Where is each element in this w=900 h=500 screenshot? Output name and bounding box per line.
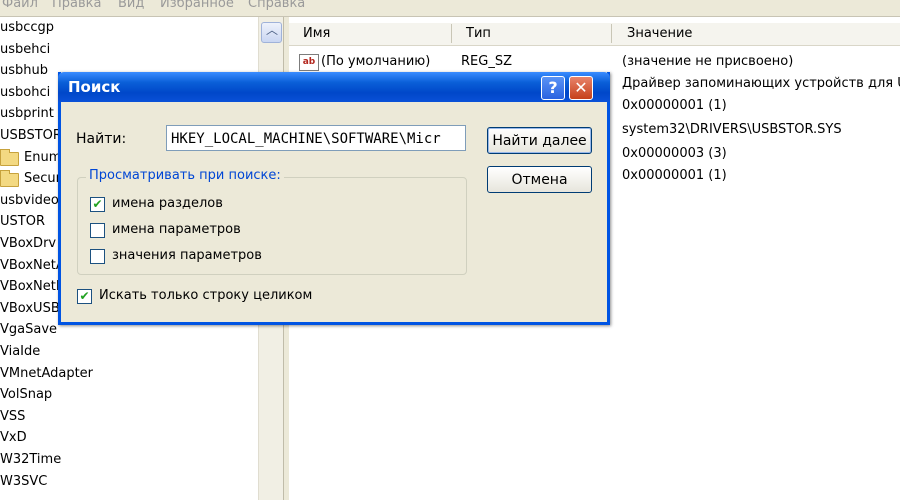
menu-help[interactable]: Справка: [248, 0, 305, 11]
value-data: 0x00000001 (1): [622, 168, 727, 183]
tree-item-label: Enum: [24, 149, 62, 165]
tree-item-label: VolSnap: [0, 387, 53, 403]
menu-view[interactable]: Вид: [118, 0, 144, 11]
tree-item[interactable]: USTOR: [0, 211, 45, 233]
tree-item[interactable]: Enum: [0, 147, 61, 169]
tree-item-label: usbccgp: [0, 20, 55, 35]
column-header-name[interactable]: Имя: [303, 26, 330, 41]
tree-item-label: ViaIde: [0, 344, 41, 359]
find-label: Найти:: [76, 131, 127, 147]
checkbox-keys[interactable]: ✔: [90, 197, 105, 212]
tree-item[interactable]: usbehci: [0, 39, 50, 61]
tree-item-label: VBoxDrv: [0, 236, 57, 251]
help-icon[interactable]: ?: [541, 76, 565, 100]
option-values-label: имена параметров: [112, 222, 241, 237]
tree-item-label: W3SVC: [0, 473, 48, 489]
cancel-button[interactable]: Отмена: [487, 166, 592, 193]
checkbox-whole-string[interactable]: ✔: [77, 289, 92, 304]
tree-item-label: VgaSave: [0, 322, 58, 338]
folder-icon: [0, 148, 19, 166]
tree-item-label: USTOR: [0, 214, 45, 230]
tree-item[interactable]: usbohci: [0, 82, 50, 104]
tree-item[interactable]: usbhub: [0, 60, 48, 82]
tree-item[interactable]: W3SVC: [0, 471, 47, 493]
value-data: 0x00000001 (1): [622, 98, 727, 113]
option-whole-string-label: Искать только строку целиком: [99, 288, 313, 303]
option-data-label: значения параметров: [112, 248, 262, 263]
menu-file[interactable]: Файл: [2, 0, 38, 11]
chevron-up-icon: ︿: [266, 23, 279, 37]
find-input[interactable]: HKEY_LOCAL_MACHINE\SOFTWARE\Micr: [166, 125, 466, 151]
tree-item[interactable]: W32Time: [0, 449, 61, 471]
tree-item-label: USBSTOR: [0, 128, 62, 143]
tree-item-label: usbehci: [0, 41, 51, 57]
find-next-button[interactable]: Найти далее: [487, 127, 592, 154]
tree-item[interactable]: VSS: [0, 406, 25, 428]
checkbox-data[interactable]: [90, 249, 105, 264]
tree-item-label: usbhub: [0, 63, 48, 79]
menu-edit[interactable]: Правка: [52, 0, 101, 11]
tree-item[interactable]: VxD: [0, 427, 27, 449]
option-keys-label: имена разделов: [112, 196, 223, 211]
tree-item[interactable]: VMnetAdapter: [0, 363, 93, 385]
tree-item[interactable]: USBSTOR: [0, 125, 62, 147]
tree-item-label: VSS: [0, 408, 26, 424]
tree-item[interactable]: VBoxDrv: [0, 233, 56, 255]
dialog-titlebar[interactable]: Поиск ? ✕: [58, 72, 610, 102]
value-data: (значение не присвоено): [622, 54, 794, 69]
tree-item[interactable]: usbccgp: [0, 17, 54, 39]
list-row-default[interactable]: ab (По умолчанию) REG_SZ (значение не пр…: [289, 52, 900, 74]
tree-item-label: VxD: [0, 430, 27, 446]
list-header: Имя Тип Значение: [289, 23, 900, 46]
tree-item-label: usbprint: [0, 106, 54, 122]
folder-icon: [0, 170, 19, 188]
tree-item[interactable]: usbprint: [0, 103, 54, 125]
value-type: REG_SZ: [461, 54, 512, 69]
column-header-value[interactable]: Значение: [627, 26, 692, 41]
dialog-title: Поиск: [68, 78, 121, 96]
tree-item[interactable]: usbvideo: [0, 190, 59, 212]
value-data: 0x00000003 (3): [622, 146, 727, 161]
value-name: (По умолчанию): [321, 54, 431, 69]
tree-item-label: usbvideo: [0, 192, 59, 208]
string-value-icon: ab: [299, 54, 319, 71]
value-data: system32\DRIVERS\USBSTOR.SYS: [622, 122, 842, 137]
column-header-type[interactable]: Тип: [466, 26, 491, 41]
menu-bar: Файл Правка Вид Избранное Справка: [0, 0, 900, 17]
checkbox-values[interactable]: [90, 223, 105, 238]
tree-item[interactable]: VgaSave: [0, 319, 57, 341]
find-dialog: Поиск ? ✕ Найти: HKEY_LOCAL_MACHINE\SOFT…: [58, 72, 610, 325]
group-title: Просматривать при поиске:: [86, 168, 284, 183]
tree-item-label: usbohci: [0, 84, 51, 100]
tree-item[interactable]: ViaIde: [0, 341, 40, 363]
tree-item-label: W32Time: [0, 452, 62, 467]
scroll-up-button[interactable]: ︿: [261, 22, 282, 43]
search-scope-group: Просматривать при поиске: ✔ имена раздел…: [77, 168, 467, 275]
close-icon[interactable]: ✕: [569, 76, 593, 100]
menu-favorites[interactable]: Избранное: [160, 0, 234, 11]
tree-item[interactable]: VolSnap: [0, 384, 52, 406]
tree-item-label: VMnetAdapter: [0, 365, 94, 381]
value-data: Драйвер запоминающих устройств для USB: [622, 76, 900, 91]
